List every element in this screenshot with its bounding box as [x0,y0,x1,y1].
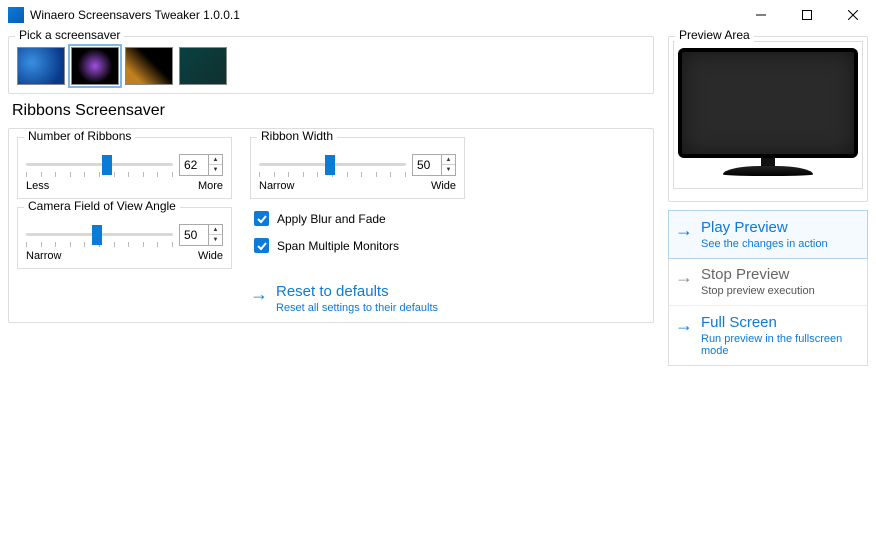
spinner-up-icon[interactable]: ▲ [209,225,222,235]
ribbon-width-slider[interactable] [259,152,406,178]
reset-sub: Reset all settings to their defaults [276,302,438,314]
preview-actions: → Play Preview See the changes in action… [668,210,868,366]
stop-preview-link[interactable]: → Stop Preview Stop preview execution [669,258,867,305]
app-icon [8,7,24,23]
num-ribbons-input[interactable]: ▲▼ [179,154,223,176]
screensaver-thumb[interactable] [179,47,227,85]
spinner-down-icon[interactable]: ▼ [442,165,455,175]
titlebar: Winaero Screensavers Tweaker 1.0.0.1 [0,0,876,30]
play-preview-link[interactable]: → Play Preview See the changes in action [669,211,867,258]
ribbon-width-legend: Ribbon Width [257,129,337,143]
number-of-ribbons-group: Number of Ribbons ▲▼ [17,137,232,199]
arrow-right-icon: → [250,285,268,303]
maximize-button[interactable] [784,0,830,30]
spinner-up-icon[interactable]: ▲ [442,155,455,165]
screensaver-thumb[interactable] [125,47,173,85]
checkbox-label: Span Multiple Monitors [277,239,399,253]
num-ribbons-legend: Number of Ribbons [24,129,135,143]
screensaver-title: Ribbons Screensaver [12,102,654,120]
checkbox-label: Apply Blur and Fade [277,212,386,226]
screensaver-thumb[interactable] [71,47,119,85]
stop-sub: Stop preview execution [701,285,815,297]
spinner-down-icon[interactable]: ▼ [209,235,222,245]
slider-label-left: Less [26,180,49,192]
minimize-button[interactable] [738,0,784,30]
fov-group: Camera Field of View Angle ▲▼ [17,207,232,269]
fov-input[interactable]: ▲▼ [179,224,223,246]
checkbox-checked-icon [254,238,269,253]
slider-label-left: Narrow [26,250,61,262]
stop-title: Stop Preview [701,266,815,283]
num-ribbons-slider[interactable] [26,152,173,178]
arrow-right-icon: → [675,268,693,286]
screensaver-picker: Pick a screensaver [8,36,654,94]
slider-label-right: Wide [198,250,223,262]
spinner-up-icon[interactable]: ▲ [209,155,222,165]
preview-area: Preview Area [668,36,868,202]
screensaver-thumb[interactable] [17,47,65,85]
preview-legend: Preview Area [675,28,754,42]
fov-legend: Camera Field of View Angle [24,199,180,213]
apply-blur-checkbox[interactable]: Apply Blur and Fade [254,211,645,226]
span-monitors-checkbox[interactable]: Span Multiple Monitors [254,238,645,253]
preview-monitor-icon [678,48,858,182]
slider-label-left: Narrow [259,180,294,192]
reset-title: Reset to defaults [276,283,438,300]
settings-panel: Number of Ribbons ▲▼ [8,128,654,323]
slider-label-right: More [198,180,223,192]
arrow-right-icon: → [675,221,693,239]
window-title: Winaero Screensavers Tweaker 1.0.0.1 [30,8,240,22]
ribbon-width-group: Ribbon Width ▲▼ Na [250,137,465,199]
arrow-right-icon: → [675,316,693,334]
full-screen-link[interactable]: → Full Screen Run preview in the fullscr… [669,306,867,365]
play-title: Play Preview [701,219,828,236]
full-title: Full Screen [701,314,861,331]
spinner-down-icon[interactable]: ▼ [209,165,222,175]
reset-defaults-link[interactable]: → Reset to defaults Reset all settings t… [250,283,645,314]
slider-label-right: Wide [431,180,456,192]
close-button[interactable] [830,0,876,30]
fov-slider[interactable] [26,222,173,248]
play-sub: See the changes in action [701,238,828,250]
picker-legend: Pick a screensaver [15,28,124,42]
checkbox-checked-icon [254,211,269,226]
full-sub: Run preview in the fullscreen mode [701,333,861,357]
ribbon-width-input[interactable]: ▲▼ [412,154,456,176]
